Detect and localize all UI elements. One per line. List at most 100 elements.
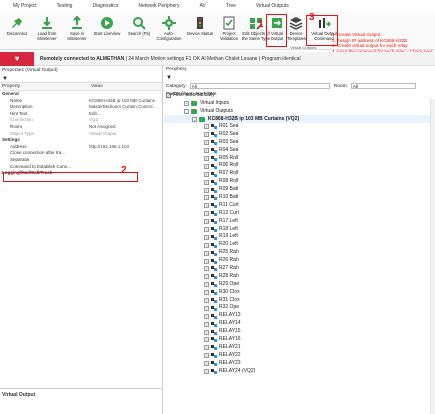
relay-item[interactable]: + R25 Rah (164, 249, 435, 257)
expand-icon[interactable]: + (204, 361, 209, 367)
load-from-miniserver-button[interactable]: Load from Miniserver (32, 15, 62, 49)
category-select[interactable]: All (189, 83, 330, 89)
filter-icon[interactable]: ▼ (2, 76, 8, 82)
room-select[interactable]: All (350, 83, 416, 89)
tree-device-kc868[interactable]: - KC868-H32B ip 103 MB Curtains (VQ2) (164, 115, 435, 123)
relay-item[interactable]: + RELAY16 (164, 336, 435, 344)
expand-icon[interactable]: + (204, 156, 209, 161)
tab-av[interactable]: AV (194, 3, 210, 9)
relay-item[interactable]: + RELAY24 (VQ2) (164, 368, 435, 376)
tab-tree[interactable]: Tree (221, 3, 241, 9)
property-row[interactable]: Command to Establish Conn... (0, 164, 162, 171)
expand-icon[interactable]: + (204, 219, 209, 225)
collapse-icon[interactable]: - (192, 116, 197, 122)
expand-icon[interactable]: + (204, 234, 209, 240)
collapse-icon[interactable]: - (184, 108, 189, 114)
relay-item[interactable]: + R12 Curt (164, 210, 435, 218)
relay-item[interactable]: + R08 Roll (164, 178, 435, 186)
start-liveview-button[interactable]: Start LiveView (92, 15, 122, 49)
tree-virtual-inputs[interactable]: + Virtual Inputs (164, 99, 435, 107)
property-value[interactable] (89, 157, 162, 164)
property-row[interactable]: Hint Text Edit... (0, 111, 162, 118)
tab-my-project[interactable]: My Project (8, 3, 42, 9)
disconnect-button[interactable]: Disconnect (2, 15, 32, 49)
expand-icon[interactable]: + (204, 353, 209, 359)
tab-diagnostics[interactable]: Diagnostics (87, 3, 123, 9)
property-value[interactable]: Edit... (89, 111, 162, 118)
expand-icon[interactable]: + (204, 132, 209, 138)
expand-icon[interactable]: + (204, 250, 209, 256)
relay-item[interactable]: + R18 Left (164, 226, 435, 234)
relay-item[interactable]: + R30 Clos (164, 289, 435, 297)
relay-item[interactable]: + RELAY13 (164, 312, 435, 320)
expand-icon[interactable]: + (204, 124, 209, 130)
relay-item[interactable]: + R20 Left (164, 241, 435, 249)
property-category[interactable]: General (0, 91, 162, 98)
property-row[interactable]: Close connection after tra... (0, 150, 162, 157)
relay-item[interactable]: + R11 Curt (164, 202, 435, 210)
relay-item[interactable]: + R29 Ope (164, 281, 435, 289)
relay-item[interactable]: + R27 Rah (164, 265, 435, 273)
filter-icon[interactable]: ▼ (166, 75, 172, 81)
expand-icon[interactable]: + (204, 266, 209, 272)
filter-automatically-checkbox[interactable]: ✓ (166, 92, 171, 98)
expand-icon[interactable]: + (204, 140, 209, 146)
expand-icon[interactable]: + (204, 345, 209, 351)
expand-icon[interactable]: + (184, 100, 189, 106)
relay-item[interactable]: + RELAY14 (164, 320, 435, 328)
save-in-miniserver-button[interactable]: Save in Miniserver (62, 15, 92, 49)
device-templates-button[interactable]: Device Templates (287, 15, 306, 49)
tab-virtual-outputs[interactable]: Virtual Outputs (251, 3, 294, 9)
expand-icon[interactable]: + (204, 369, 209, 375)
relay-item[interactable]: + R26 Rah (164, 257, 435, 265)
property-row[interactable]: Connection VQ2 (0, 117, 162, 124)
property-row[interactable]: Name KC868-H32B ip 103 MB Curtains (0, 98, 162, 105)
properties-filter[interactable]: ▼ (0, 75, 162, 83)
expand-icon[interactable]: + (204, 179, 209, 185)
relay-item[interactable]: + R05 Roll (164, 155, 435, 163)
relay-item[interactable]: + R04 Sea (164, 147, 435, 155)
tree-scrollbar[interactable] (430, 99, 435, 414)
tree-virtual-outputs[interactable]: - Virtual Outputs (164, 107, 435, 115)
property-value[interactable]: MasterBedroom Curtain Control... (89, 104, 162, 111)
periphery-filter[interactable]: ▼ (164, 74, 435, 82)
expand-icon[interactable]: + (204, 195, 209, 201)
search-button[interactable]: Search (F5) (124, 15, 154, 49)
expand-icon[interactable]: + (204, 258, 209, 264)
relay-item[interactable]: + R10 Batl (164, 194, 435, 202)
expand-icon[interactable]: + (204, 313, 209, 319)
property-value[interactable]: KC868-H32B ip 103 MB Curtains (89, 98, 162, 105)
property-row[interactable]: Description MasterBedroom Curtain Control… (0, 104, 162, 111)
relay-item[interactable]: + R09 Batl (164, 186, 435, 194)
property-row[interactable]: Address http://192.168.1.103 (0, 144, 162, 151)
expand-icon[interactable]: + (204, 329, 209, 335)
tab-testing[interactable]: Testing (52, 3, 78, 9)
expand-icon[interactable]: + (204, 337, 209, 343)
expand-icon[interactable]: + (204, 171, 209, 177)
expand-icon[interactable]: + (204, 290, 209, 296)
property-row[interactable]: Separator (0, 157, 162, 164)
relay-item[interactable]: + R28 Rah (164, 273, 435, 281)
expand-icon[interactable]: + (204, 203, 209, 209)
expand-icon[interactable]: + (204, 187, 209, 193)
expand-icon[interactable]: + (204, 282, 209, 288)
relay-item[interactable]: + R03 Sea (164, 139, 435, 147)
property-value[interactable] (89, 150, 162, 157)
property-row[interactable]: Object Type Virtual Output (0, 131, 162, 138)
relay-item[interactable]: + R02 Sea (164, 131, 435, 139)
relay-item[interactable]: + R06 Roll (164, 162, 435, 170)
device-status-button[interactable]: Device Status (185, 15, 215, 49)
relay-item[interactable]: + R01 Sea (164, 123, 435, 131)
relay-item[interactable]: + R07 Roll (164, 170, 435, 178)
expand-icon[interactable]: + (204, 321, 209, 327)
relay-item[interactable]: + R32 Ope (164, 304, 435, 312)
filter-automatically-row[interactable]: ✓ Filter automatically (164, 91, 435, 99)
expand-icon[interactable]: + (204, 274, 209, 280)
relay-item[interactable]: + R19 Left (164, 233, 435, 241)
expand-icon[interactable]: + (204, 242, 209, 248)
project-validation-button[interactable]: Project Validation (214, 15, 244, 49)
expand-icon[interactable]: + (204, 298, 209, 304)
property-value[interactable]: VQ2 (89, 117, 162, 124)
tab-network-periphery[interactable]: Network Periphery (133, 3, 184, 9)
property-value[interactable]: Not Assigned (89, 124, 162, 131)
